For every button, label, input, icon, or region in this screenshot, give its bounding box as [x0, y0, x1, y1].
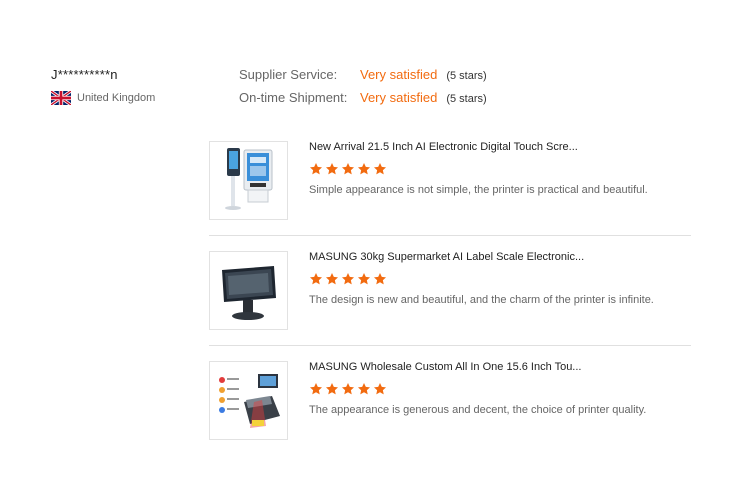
rating-stars-text: (5 stars): [446, 93, 487, 105]
rating-row-on-time-shipment: On-time Shipment: Very satisfied (5 star…: [239, 90, 487, 113]
product-review-item: New Arrival 21.5 Inch AI Electronic Digi…: [209, 141, 691, 220]
product-star-rating: [309, 382, 387, 396]
star-icon: [325, 163, 339, 175]
divider: [209, 345, 691, 346]
rating-value: Very satisfied: [360, 90, 438, 105]
star-icon: [357, 163, 371, 175]
rating-row-supplier-service: Supplier Service: Very satisfied (5 star…: [239, 67, 487, 90]
reviewer-info: J**********n United Kingdom: [50, 67, 156, 107]
uk-flag-icon: [50, 89, 72, 107]
star-icon: [325, 383, 339, 395]
country-name: United Kingdom: [77, 92, 156, 104]
star-icon: [325, 273, 339, 285]
star-icon: [341, 163, 355, 175]
review-comment: The design is new and beautiful, and the…: [309, 294, 654, 306]
kiosk-product-image[interactable]: [209, 141, 288, 220]
star-icon: [373, 273, 387, 285]
reviewed-products-list: New Arrival 21.5 Inch AI Electronic Digi…: [209, 141, 691, 440]
rating-summary: Supplier Service: Very satisfied (5 star…: [239, 67, 487, 113]
star-icon: [309, 383, 323, 395]
star-icon: [373, 383, 387, 395]
rating-label: On-time Shipment:: [239, 90, 348, 105]
star-icon: [309, 163, 323, 175]
divider: [209, 235, 691, 236]
product-star-rating: [309, 272, 387, 286]
review-comment: The appearance is generous and decent, t…: [309, 404, 647, 416]
product-review-item: MASUNG Wholesale Custom All In One 15.6 …: [209, 361, 691, 440]
scale-pos-product-image[interactable]: [209, 361, 288, 440]
rating-stars-text: (5 stars): [446, 70, 487, 82]
product-title-link[interactable]: MASUNG 30kg Supermarket AI Label Scale E…: [309, 251, 584, 263]
star-icon: [341, 383, 355, 395]
pos-terminal-product-image[interactable]: [209, 251, 288, 330]
star-icon: [309, 273, 323, 285]
star-icon: [357, 273, 371, 285]
reviewer-name: J**********n: [51, 67, 118, 82]
review-comment: Simple appearance is not simple, the pri…: [309, 184, 648, 196]
rating-label: Supplier Service:: [239, 67, 338, 82]
product-title-link[interactable]: MASUNG Wholesale Custom All In One 15.6 …: [309, 361, 581, 373]
star-icon: [357, 383, 371, 395]
rating-value: Very satisfied: [360, 67, 438, 82]
star-icon: [341, 273, 355, 285]
product-review-item: MASUNG 30kg Supermarket AI Label Scale E…: [209, 251, 691, 330]
product-title-link[interactable]: New Arrival 21.5 Inch AI Electronic Digi…: [309, 141, 578, 153]
star-icon: [373, 163, 387, 175]
product-star-rating: [309, 162, 387, 176]
reviewer-country: United Kingdom: [50, 89, 156, 107]
